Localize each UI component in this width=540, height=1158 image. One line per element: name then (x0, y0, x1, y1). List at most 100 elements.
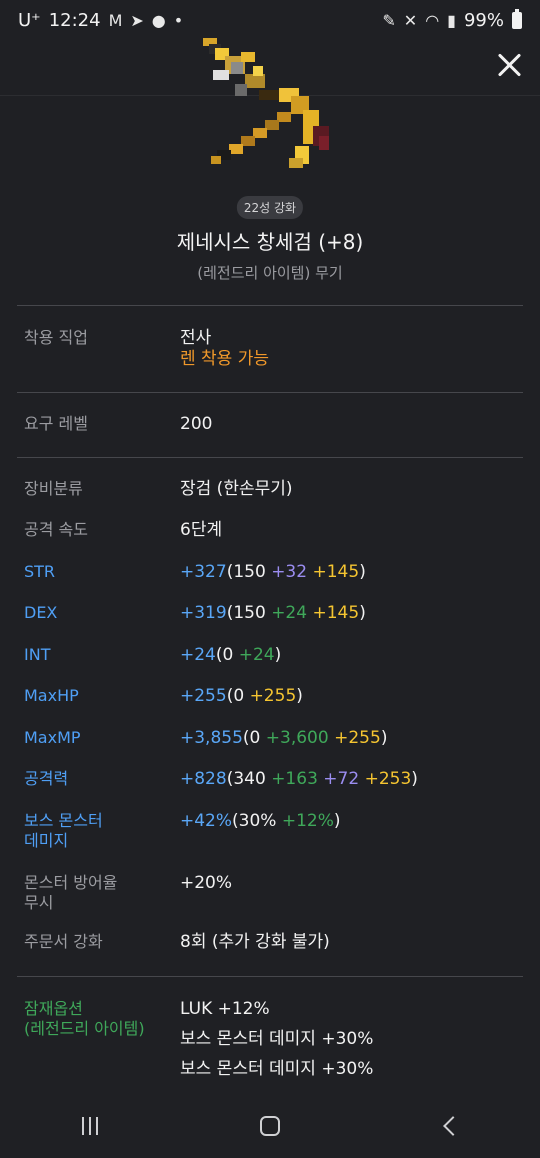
dex-bonus-yellow: +145 (312, 603, 360, 623)
navigation-bar (0, 1094, 540, 1158)
item-type: (레전드리 아이템) 무기 (197, 264, 343, 282)
maxmp-bonus-green: +3,600 (265, 728, 329, 748)
boss-damage-close: ) (333, 811, 341, 831)
star-force-badge: 22성 강화 (236, 196, 304, 219)
int-bonus-green: +24 (238, 645, 275, 665)
dex-base: (150 (226, 603, 272, 623)
home-button[interactable] (240, 1106, 300, 1146)
maxhp-close: ) (296, 686, 303, 706)
ignore-def-value: +20% (180, 873, 233, 893)
back-button[interactable] (420, 1106, 480, 1146)
pen-icon: ✎ (382, 10, 396, 30)
boss-damage-total: +42% (180, 811, 233, 831)
divider (17, 457, 523, 458)
attack-speed-value: 6단계 (180, 520, 223, 540)
job-label: 착용 직업 (24, 328, 88, 347)
gmail-icon: M (108, 10, 123, 30)
battery-icon (512, 8, 522, 29)
potential-label-line2: (레전드리 아이템) (24, 1019, 145, 1038)
more-notifications-icon: • (173, 10, 184, 30)
boss-damage-label: 보스 몬스터 데미지 (24, 811, 174, 851)
attack-bonus-purple: +72 (323, 769, 360, 789)
mute-icon: ✕ (403, 10, 418, 30)
potential-line: 보스 몬스터 데미지 +30% (180, 1059, 374, 1079)
scroll-label: 주문서 강화 (24, 932, 103, 951)
attack-value: +828(340 +163 +72 +253) (180, 769, 520, 790)
maxmp-close: ) (380, 728, 388, 748)
potential-line: 보스 몬스터 데미지 +30% (180, 1029, 374, 1049)
job-class: 전사 (180, 328, 212, 348)
int-total: +24 (180, 645, 216, 665)
int-close: ) (274, 645, 282, 665)
str-bonus-yellow: +145 (312, 562, 360, 582)
boss-damage-value: +42%(30% +12%) (180, 811, 520, 832)
str-label: STR (24, 562, 56, 581)
int-label: INT (24, 645, 51, 664)
dex-label: DEX (24, 603, 58, 622)
job-value: 전사 렌 착용 가능 (180, 328, 520, 370)
boss-damage-label-line1: 보스 몬스터 (24, 811, 103, 830)
maxmp-base: (0 (242, 728, 266, 748)
ignore-def-label-line2: 무시 (24, 893, 54, 912)
maxmp-total: +3,855 (180, 728, 243, 748)
dex-total: +319 (180, 603, 227, 623)
telegram-icon: ➤ (130, 10, 144, 30)
dex-bonus-green: +24 (271, 603, 308, 623)
boss-damage-label-line2: 데미지 (24, 831, 69, 850)
maxhp-total: +255 (180, 686, 227, 706)
boss-damage-bonus-green: +12% (281, 811, 334, 831)
maxhp-value: +255(0 +255) (180, 686, 520, 707)
attack-bonus-yellow: +253 (364, 769, 412, 789)
str-value: +327(150 +32 +145) (180, 562, 520, 583)
dex-close: ) (359, 603, 366, 623)
str-bonus-purple: +32 (271, 562, 308, 582)
ignore-def-label-line1: 몬스터 방어율 (24, 873, 118, 892)
chat-icon: ● (151, 10, 166, 30)
signal-icon: ▮ (447, 10, 456, 30)
potential-line: LUK +12% (180, 999, 270, 1019)
level-label: 요구 레벨 (24, 414, 88, 433)
maxmp-value: +3,855(0 +3,600 +255) (180, 728, 520, 749)
potential-label-line1: 잠재옵션 (24, 999, 83, 1018)
battery-percent: 99% (463, 9, 504, 31)
maxmp-bonus-yellow: +255 (334, 728, 381, 748)
recent-apps-button[interactable] (60, 1106, 120, 1146)
carrier-label: U⁺ (18, 9, 41, 31)
potential-label: 잠재옵션 (레전드리 아이템) (24, 999, 184, 1039)
wifi-icon: ◠ (425, 10, 440, 30)
attack-bonus-green: +163 (271, 769, 318, 789)
close-button[interactable] (492, 48, 526, 82)
job-note: 렌 착용 가능 (180, 349, 270, 369)
home-icon (260, 1116, 280, 1136)
attack-label: 공격력 (24, 769, 69, 788)
item-name: 제네시스 창세검 (+8) (176, 230, 364, 254)
attack-total: +828 (180, 769, 227, 789)
divider (17, 392, 523, 393)
int-value: +24(0 +24) (180, 645, 520, 666)
potential-lines: LUK +12% 보스 몬스터 데미지 +30% 보스 몬스터 데미지 +30% (180, 999, 520, 1089)
str-close: ) (359, 562, 366, 582)
str-base: (150 (226, 562, 272, 582)
attack-speed-label: 공격 속도 (24, 520, 88, 539)
dex-value: +319(150 +24 +145) (180, 603, 520, 624)
maxmp-label: MaxMP (24, 728, 81, 747)
maxhp-base: (0 (226, 686, 250, 706)
attack-base: (340 (226, 769, 272, 789)
scroll-value: 8회 (추가 강화 불가) (180, 932, 330, 952)
level-value: 200 (180, 414, 213, 434)
back-icon (443, 1116, 463, 1136)
divider (17, 976, 523, 977)
str-total: +327 (180, 562, 227, 582)
sword-item-icon (203, 38, 329, 168)
ignore-def-label: 몬스터 방어율 무시 (24, 873, 174, 913)
clock: 12:24 (48, 9, 101, 31)
category-value: 장검 (한손무기) (180, 479, 293, 499)
boss-damage-base: (30% (232, 811, 282, 831)
int-base: (0 (215, 645, 239, 665)
maxhp-bonus-yellow: +255 (249, 686, 297, 706)
divider (17, 305, 523, 306)
maxhp-label: MaxHP (24, 686, 79, 705)
attack-close: ) (411, 769, 418, 789)
category-label: 장비분류 (24, 479, 83, 498)
recent-apps-icon (82, 1117, 98, 1135)
